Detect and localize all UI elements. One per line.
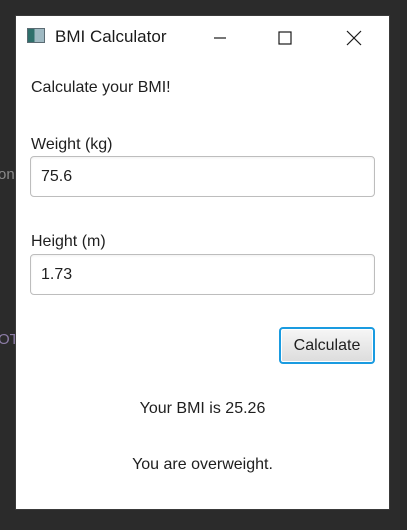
window-title: BMI Calculator xyxy=(55,27,167,46)
weight-label: Weight (kg) xyxy=(31,136,113,153)
app-window-icon xyxy=(27,28,45,43)
calculate-button[interactable]: Calculate xyxy=(279,327,375,364)
weight-input[interactable]: 75.6 xyxy=(30,156,375,197)
background-text-fragment: on xyxy=(0,166,15,183)
maximize-button[interactable] xyxy=(263,16,307,60)
close-icon xyxy=(346,30,362,46)
title-bar[interactable]: BMI Calculator xyxy=(16,16,389,60)
bmi-calculator-window: BMI Calculator Calculate your BMI! Weigh… xyxy=(15,15,390,510)
bmi-result-text: Your BMI is 25.26 xyxy=(139,400,266,417)
close-button[interactable] xyxy=(332,16,376,60)
minimize-icon xyxy=(214,37,226,39)
prompt-label: Calculate your BMI! xyxy=(31,79,171,96)
bmi-status-text: You are overweight. xyxy=(132,456,273,473)
minimize-button[interactable] xyxy=(198,16,242,60)
maximize-icon xyxy=(278,31,292,45)
height-input[interactable]: 1.73 xyxy=(30,254,375,295)
height-label: Height (m) xyxy=(31,233,106,250)
